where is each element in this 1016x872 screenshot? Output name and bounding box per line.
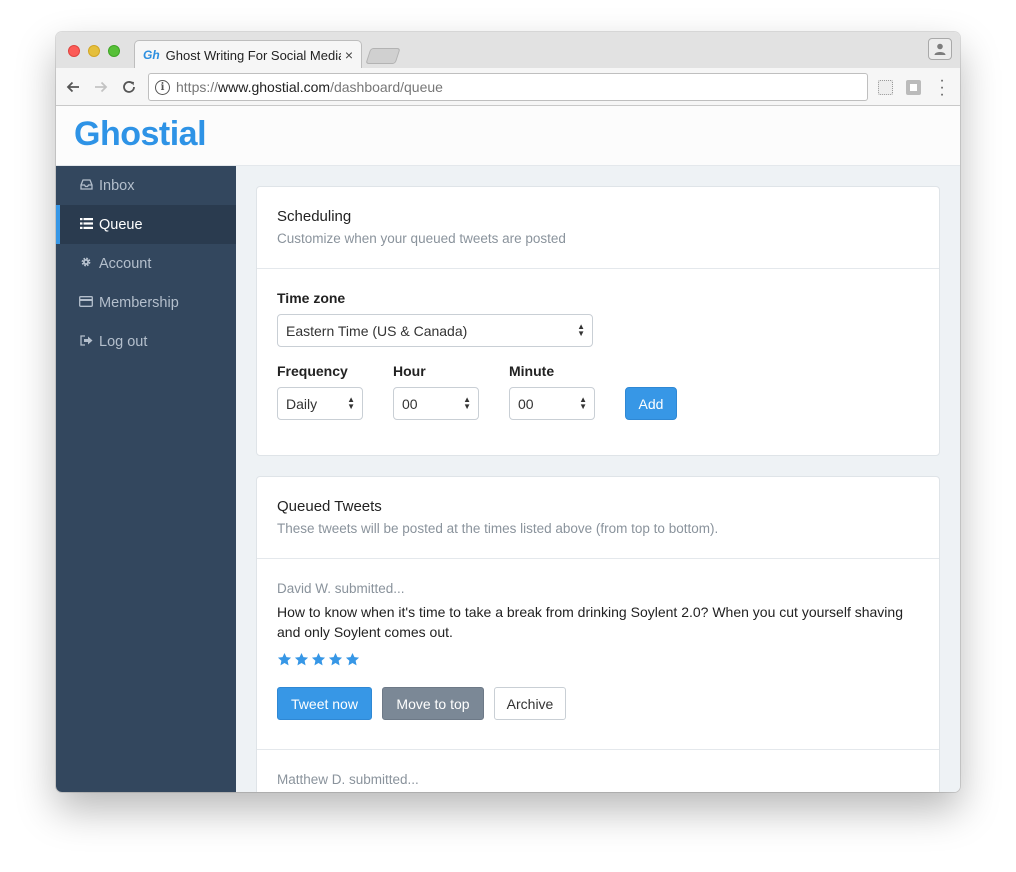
sidebar-item-label: Inbox (99, 177, 135, 194)
scheduling-card: Scheduling Customize when your queued tw… (256, 186, 940, 456)
profile-button[interactable] (928, 38, 952, 60)
new-tab-button[interactable] (365, 48, 401, 64)
timezone-value: Eastern Time (US & Canada) (286, 322, 468, 339)
select-arrows-icon: ▲ ▼ (579, 395, 587, 411)
card-subtitle: These tweets will be posted at the times… (277, 521, 719, 536)
browser-window: Gh Ghost Writing For Social Media × i ht… (56, 32, 960, 792)
url-scheme: https:// (176, 79, 219, 95)
maximize-window-button[interactable] (108, 45, 120, 57)
inbox-icon (78, 178, 94, 193)
logout-icon (78, 334, 94, 349)
url-path: /dashboard/queue (330, 79, 443, 95)
select-arrows-icon: ▲ ▼ (347, 395, 355, 411)
sidebar: Inbox Queue Account Membership Log out (56, 166, 236, 792)
sidebar-item-label: Membership (99, 294, 179, 311)
credit-card-icon (78, 295, 94, 310)
reload-icon (123, 81, 135, 93)
tab-close-icon[interactable]: × (345, 47, 353, 63)
reload-button[interactable] (118, 76, 140, 98)
back-button[interactable] (62, 76, 84, 98)
select-arrows-icon: ▲ ▼ (463, 395, 471, 411)
minute-select[interactable]: 00 ▲ ▼ (509, 387, 595, 420)
hour-select[interactable]: 00 ▲ ▼ (393, 387, 479, 420)
hour-value: 00 (402, 395, 418, 412)
sidebar-item-queue[interactable]: Queue (56, 205, 236, 244)
queued-tweets-card: Queued Tweets These tweets will be poste… (256, 476, 940, 792)
extension-icon[interactable] (906, 80, 921, 95)
tweet-text: How to know when it's time to take a bre… (277, 604, 903, 640)
sidebar-item-account[interactable]: Account (56, 244, 236, 283)
hour-label: Hour (393, 363, 426, 379)
add-button[interactable]: Add (625, 387, 677, 420)
forward-button[interactable] (90, 76, 112, 98)
close-window-button[interactable] (68, 45, 80, 57)
minute-value: 00 (518, 395, 534, 412)
app-header: Ghostial (56, 106, 960, 166)
minute-field: Minute 00 ▲ ▼ (509, 363, 595, 420)
card-title: Scheduling (277, 208, 352, 225)
browser-tab[interactable]: Gh Ghost Writing For Social Media × (134, 40, 362, 69)
arrow-right-icon (95, 81, 108, 93)
sidebar-item-label: Queue (99, 216, 143, 233)
sidebar-item-logout[interactable]: Log out (56, 322, 236, 361)
star-icon[interactable] (294, 652, 309, 667)
url-host: www.ghostial.com (218, 79, 331, 95)
move-to-top-button[interactable]: Move to top (382, 687, 484, 720)
timezone-label: Time zone (277, 290, 346, 306)
card-subtitle: Customize when your queued tweets are po… (277, 231, 566, 246)
card-header: Scheduling Customize when your queued tw… (257, 187, 939, 269)
sidebar-item-label: Account (99, 255, 152, 272)
timezone-select[interactable]: Eastern Time (US & Canada) ▲ ▼ (277, 314, 593, 347)
sidebar-item-membership[interactable]: Membership (56, 283, 236, 322)
sidebar-item-inbox[interactable]: Inbox (56, 166, 236, 205)
info-icon[interactable]: i (155, 79, 170, 95)
star-icon[interactable] (345, 652, 360, 667)
queued-tweet: David W. submitted... How to know when i… (257, 559, 939, 750)
minute-label: Minute (509, 363, 555, 379)
browser-toolbar: i https://www.ghostial.com/dashboard/que… (56, 68, 960, 106)
select-arrows-icon: ▲ ▼ (577, 322, 585, 338)
star-icon[interactable] (311, 652, 326, 667)
card-body: Time zone Eastern Time (US & Canada) ▲ ▼ … (257, 269, 939, 420)
card-title: Queued Tweets (277, 498, 382, 515)
gear-icon (78, 256, 94, 271)
frequency-label: Frequency (277, 363, 348, 379)
star-icon[interactable] (328, 652, 343, 667)
arrow-left-icon (66, 81, 79, 93)
favicon-icon: Gh (143, 48, 160, 62)
tweet-author: Matthew D. submitted... (277, 772, 419, 787)
tweet-actions: Tweet now Move to top Archive (277, 687, 919, 720)
address-bar[interactable]: i https://www.ghostial.com/dashboard/que… (148, 73, 868, 101)
archive-button[interactable]: Archive (494, 687, 566, 720)
person-icon (934, 43, 946, 55)
logo[interactable]: Ghostial (74, 115, 207, 154)
tweet-author: David W. submitted... (277, 581, 405, 596)
star-rating (277, 652, 919, 667)
tab-title: Ghost Writing For Social Media (165, 47, 341, 63)
star-icon[interactable] (277, 652, 292, 667)
card-header: Queued Tweets These tweets will be poste… (257, 477, 939, 559)
frequency-select[interactable]: Daily ▲ ▼ (277, 387, 363, 420)
menu-dots-icon[interactable]: · · · (936, 73, 948, 103)
schedule-row: Frequency Daily ▲ ▼ Hour 00 ▲ ▼ Minute 0… (277, 363, 919, 420)
list-icon (78, 217, 94, 232)
extension-icon[interactable] (878, 80, 893, 95)
minimize-window-button[interactable] (88, 45, 100, 57)
frequency-field: Frequency Daily ▲ ▼ (277, 363, 363, 420)
main-content[interactable]: Scheduling Customize when your queued tw… (236, 166, 960, 792)
sidebar-item-label: Log out (99, 333, 148, 350)
tab-strip: Gh Ghost Writing For Social Media × (56, 32, 960, 69)
hour-field: Hour 00 ▲ ▼ (393, 363, 479, 420)
frequency-value: Daily (286, 395, 318, 412)
tweet-now-button[interactable]: Tweet now (277, 687, 372, 720)
queued-tweet: Matthew D. submitted... (257, 750, 939, 787)
